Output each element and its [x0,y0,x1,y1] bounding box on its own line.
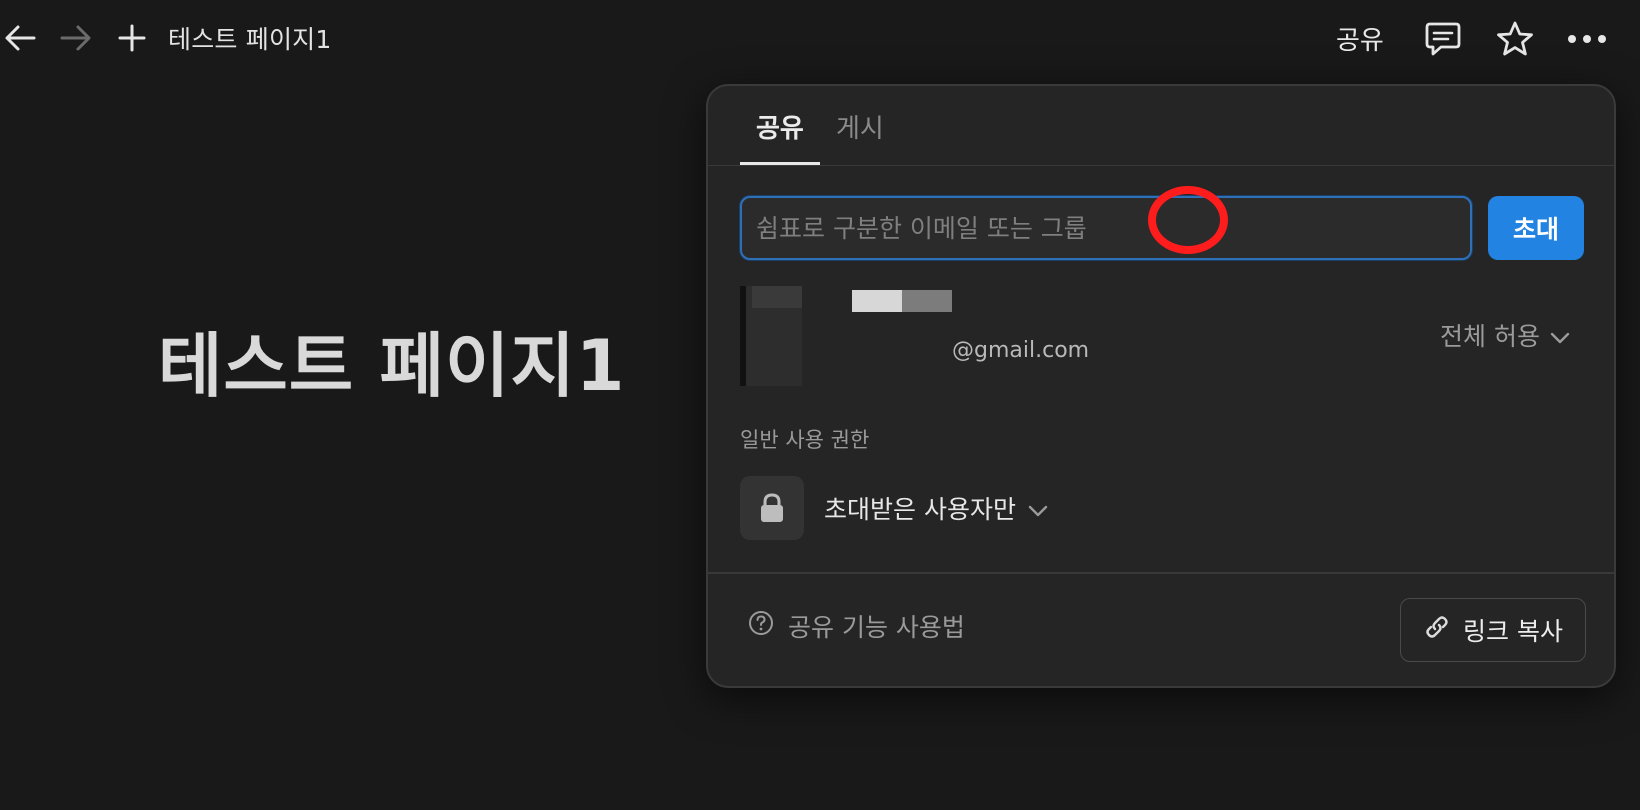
help-link[interactable]: 공유 기능 사용법 [748,606,965,646]
breadcrumb[interactable]: 테스트 페이지1 [168,20,331,56]
star-icon[interactable] [1494,18,1536,60]
more-horizontal-icon[interactable] [1566,18,1608,60]
member-row: @gmail.com 전체 허용 [740,286,1590,386]
arrow-right-icon[interactable] [58,20,94,56]
avatar [740,286,802,386]
page-title[interactable]: 테스트 페이지1 [158,310,625,411]
copy-link-button[interactable]: 링크 복사 [1400,598,1586,662]
plus-icon[interactable] [114,20,150,56]
lock-icon [740,476,804,540]
share-popover: 공유 게시 초대 @gmail.com 전체 허용 일반 사용 권한 초대받은 … [706,84,1616,688]
member-permission-label: 전체 허용 [1440,322,1540,351]
question-circle-icon [748,610,774,642]
arrow-left-icon[interactable] [2,20,38,56]
comment-icon[interactable] [1422,18,1464,60]
active-tab-indicator [740,162,820,165]
help-label: 공유 기능 사용법 [788,613,965,642]
link-icon [1423,613,1451,647]
chevron-down-icon [1550,321,1570,350]
general-access-label: 일반 사용 권한 [740,428,870,452]
share-tabs: 공유 게시 [708,86,1614,166]
share-button[interactable]: 공유 [1336,18,1384,58]
invite-email-input[interactable] [740,196,1472,260]
general-access-select[interactable]: 초대받은 사용자만 [824,490,1048,526]
member-permission-select[interactable]: 전체 허용 [1440,318,1570,352]
member-email: @gmail.com [952,338,1090,363]
general-access-value: 초대받은 사용자만 [824,495,1016,524]
top-bar: 테스트 페이지1 공유 [0,0,1640,76]
tab-share[interactable]: 공유 [756,108,804,144]
invite-button[interactable]: 초대 [1488,196,1584,260]
chevron-down-icon [1028,494,1048,523]
divider [708,572,1614,574]
member-name-redacted [852,290,952,312]
annotation-circle [1148,186,1228,254]
tab-publish[interactable]: 게시 [836,108,884,144]
copy-link-label: 링크 복사 [1463,617,1563,646]
